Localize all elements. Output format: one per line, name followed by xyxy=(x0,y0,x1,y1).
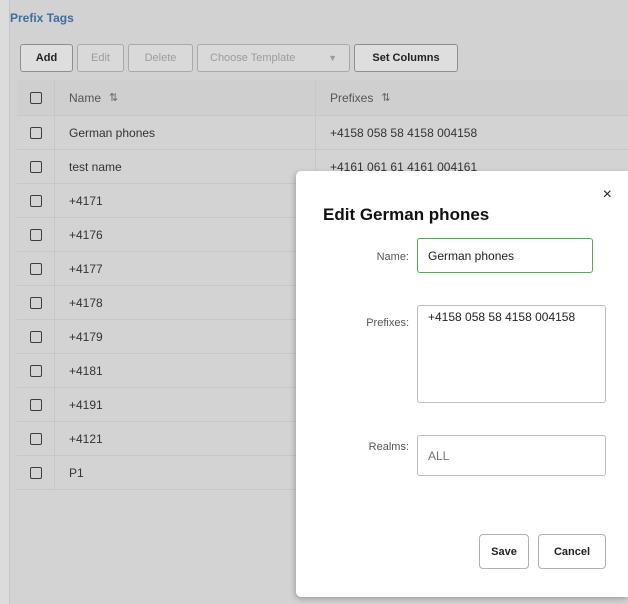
row-checkbox[interactable] xyxy=(29,364,42,377)
row-prefixes: +4158 058 58 4158 004158 xyxy=(330,125,478,140)
add-button[interactable]: Add xyxy=(20,44,73,72)
sort-icon: ⇅ xyxy=(381,92,391,104)
column-header-prefixes[interactable]: Prefixes ⇅ xyxy=(316,80,628,115)
panel-title: Prefix Tags xyxy=(10,11,74,25)
row-name: +4177 xyxy=(55,252,316,285)
name-label: Name: xyxy=(376,251,409,263)
select-all-cell xyxy=(17,80,55,115)
column-header-prefixes-label: Prefixes xyxy=(330,90,374,105)
row-checkbox[interactable] xyxy=(29,262,42,275)
realms-field[interactable] xyxy=(417,435,606,476)
row-name: +4191 xyxy=(55,388,316,421)
row-checkbox[interactable] xyxy=(29,160,42,173)
row-name: test name xyxy=(55,150,316,183)
row-name: German phones xyxy=(55,116,316,149)
toolbar: Add Edit Delete Choose Template ▼ Set Co… xyxy=(20,44,628,74)
row-checkbox[interactable] xyxy=(29,228,42,241)
choose-template-dropdown[interactable]: Choose Template ▼ xyxy=(197,44,350,72)
row-checkbox[interactable] xyxy=(29,296,42,309)
dialog-title: Edit German phones xyxy=(323,205,490,224)
save-button[interactable]: Save xyxy=(479,534,529,569)
chevron-down-icon: ▼ xyxy=(328,53,337,63)
set-columns-button[interactable]: Set Columns xyxy=(354,44,458,72)
grid-header: Name ⇅ Prefixes ⇅ xyxy=(17,80,628,116)
edit-dialog: × Edit German phones Name: Prefixes: Rea… xyxy=(296,171,628,597)
prefixes-label: Prefixes: xyxy=(366,317,409,329)
delete-button[interactable]: Delete xyxy=(128,44,193,72)
row-checkbox[interactable] xyxy=(29,194,42,207)
table-row[interactable]: German phones +4158 058 58 4158 004158 xyxy=(17,116,628,150)
row-name: +4179 xyxy=(55,320,316,353)
row-checkbox[interactable] xyxy=(29,398,42,411)
row-name: +4176 xyxy=(55,218,316,251)
name-field[interactable] xyxy=(417,238,593,273)
row-name: +4171 xyxy=(55,184,316,217)
row-name: +4178 xyxy=(55,286,316,319)
realms-label: Realms: xyxy=(368,441,409,453)
row-name: P1 xyxy=(55,456,316,489)
close-icon[interactable]: × xyxy=(603,187,612,203)
row-checkbox[interactable] xyxy=(29,126,42,139)
row-checkbox[interactable] xyxy=(29,330,42,343)
choose-template-label: Choose Template xyxy=(210,52,296,64)
page: Prefix Tags Add Edit Delete Choose Templ… xyxy=(0,0,628,604)
row-name: +4181 xyxy=(55,354,316,387)
row-checkbox[interactable] xyxy=(29,466,42,479)
edit-button[interactable]: Edit xyxy=(77,44,124,72)
column-header-name-label: Name xyxy=(69,90,102,105)
select-all-checkbox[interactable] xyxy=(29,91,42,104)
prefixes-field[interactable] xyxy=(417,305,606,403)
row-name: +4121 xyxy=(55,422,316,455)
row-checkbox[interactable] xyxy=(29,432,42,445)
column-header-name[interactable]: Name ⇅ xyxy=(55,80,316,115)
sort-icon: ⇅ xyxy=(109,92,119,104)
cancel-button[interactable]: Cancel xyxy=(538,534,606,569)
